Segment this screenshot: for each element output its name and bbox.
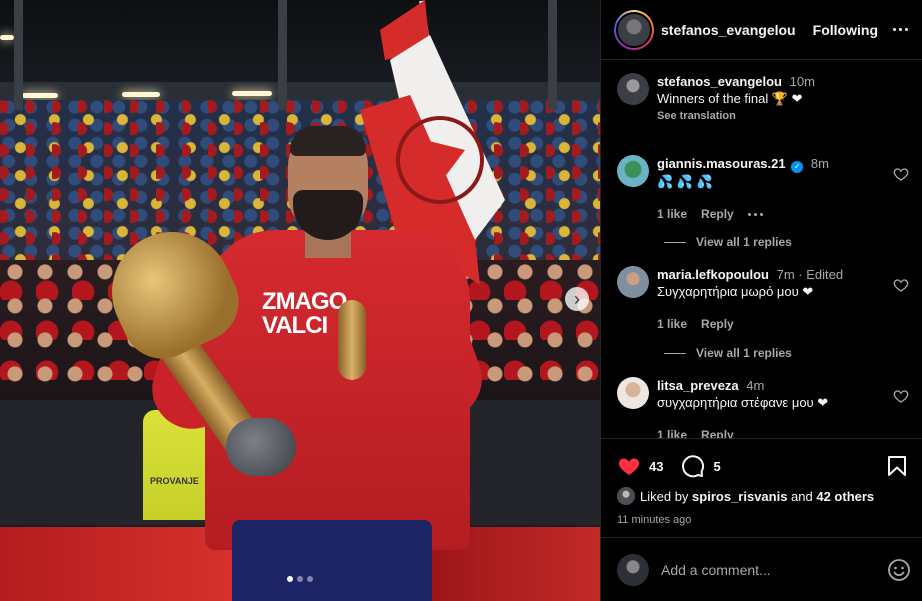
liker-avatar[interactable]	[617, 487, 635, 505]
caption-text: Winners of the final 🏆 ❤	[657, 91, 803, 106]
stadium-light	[0, 35, 14, 40]
liked-by: Liked by spiros_risvanis and 42 others	[601, 478, 922, 505]
player-hair	[290, 126, 366, 156]
post-actions: 43 5 Liked by spiros_risvanis and 42 oth…	[601, 438, 922, 526]
small-trophy	[338, 300, 366, 380]
stadium-light	[22, 93, 58, 98]
stadium-pillar	[548, 0, 557, 110]
comment-like-icon[interactable]	[893, 388, 909, 404]
view-replies-label: View all 1 replies	[696, 235, 792, 249]
current-user-avatar	[617, 553, 649, 586]
heart-filled-icon	[618, 458, 640, 475]
verified-badge-icon: ✓	[791, 161, 804, 173]
comment-time[interactable]: 7m	[777, 267, 795, 282]
post-caption: stefanos_evangelou 10m Winners of the fi…	[601, 61, 922, 122]
liked-by-prefix: Liked by	[640, 488, 693, 504]
comment-like-icon[interactable]	[893, 277, 909, 293]
reply-button[interactable]: Reply	[701, 317, 734, 331]
comment-time[interactable]: 8m	[811, 156, 829, 171]
bookmark-icon[interactable]	[887, 455, 907, 477]
post-image[interactable]: PROVANJE ZMAGO VALCI ›	[0, 0, 600, 601]
author-username[interactable]: stefanos_evangelou	[661, 22, 796, 38]
trophy-base	[226, 418, 296, 476]
caption-time[interactable]: 10m	[790, 74, 815, 89]
comment-avatar[interactable]	[617, 266, 649, 298]
steward-vest-text: PROVANJE	[150, 476, 199, 486]
author-avatar[interactable]	[614, 9, 654, 50]
carousel-dot	[297, 576, 303, 582]
comment-count: 5	[713, 458, 721, 474]
comment-button[interactable]: 5	[681, 454, 721, 478]
like-count: 43	[649, 458, 664, 474]
carousel-dot	[287, 576, 293, 582]
comment-username[interactable]: giannis.masouras.21	[657, 156, 786, 171]
add-comment-bar	[601, 537, 922, 601]
next-image-button[interactable]: ›	[565, 287, 589, 311]
view-replies-label: View all 1 replies	[696, 346, 792, 360]
like-button[interactable]: 43	[617, 454, 663, 478]
comment-input[interactable]	[661, 561, 887, 578]
player-shorts	[232, 520, 432, 601]
view-replies-button[interactable]: View all 1 replies	[664, 346, 792, 360]
comment-avatar[interactable]	[617, 377, 649, 409]
carousel-dot	[307, 576, 313, 582]
player-jersey	[205, 230, 470, 550]
post-header: stefanos_evangelou Following	[601, 0, 922, 60]
comment-item: giannis.masouras.21 ✓ 8m 💦 💦 💦 1 like Re…	[601, 155, 922, 221]
liked-by-others[interactable]: 42 others	[816, 489, 874, 504]
comment-item: litsa_preveza 4m συγχαρητήρια στέφανε μο…	[601, 377, 922, 438]
comment-likes[interactable]: 1 like	[657, 428, 687, 438]
reply-button[interactable]: Reply	[701, 207, 734, 221]
stadium-pillar	[278, 0, 287, 110]
comment-avatar[interactable]	[617, 155, 649, 187]
see-translation-link[interactable]: See translation	[657, 110, 909, 122]
edited-label: · Edited	[798, 267, 844, 282]
view-replies-button[interactable]: View all 1 replies	[664, 235, 792, 249]
carousel-indicator	[0, 576, 600, 582]
comment-likes[interactable]: 1 like	[657, 317, 687, 331]
caption-avatar[interactable]	[617, 73, 649, 105]
post-timestamp[interactable]: 11 minutes ago	[601, 505, 922, 526]
more-options-icon[interactable]	[890, 28, 910, 31]
caption-username[interactable]: stefanos_evangelou	[657, 74, 782, 89]
comment-time[interactable]: 4m	[746, 378, 764, 393]
comment-text: συγχαρητήρια στέφανε μου ❤	[657, 395, 829, 410]
stadium-light	[122, 92, 160, 97]
reply-button[interactable]: Reply	[701, 428, 734, 438]
comment-username[interactable]: litsa_preveza	[657, 378, 739, 393]
comment-text: Συγχαρητήρια μωρό μου ❤	[657, 284, 814, 299]
stadium-pillar	[14, 0, 23, 110]
comment-options-icon[interactable]	[747, 212, 763, 216]
comment-item: maria.lefkopoulou 7m · Edited Συγχαρητήρ…	[601, 266, 922, 331]
stadium-light	[232, 91, 272, 96]
comment-like-icon[interactable]	[893, 166, 909, 182]
emoji-icon[interactable]	[887, 558, 911, 582]
post-sidebar: stefanos_evangelou Following stefanos_ev…	[600, 0, 922, 601]
liked-by-user[interactable]: spiros_risvanis	[692, 489, 787, 504]
chevron-right-icon: ›	[574, 289, 580, 309]
comments-list[interactable]: stefanos_evangelou 10m Winners of the fi…	[601, 61, 922, 438]
following-button[interactable]: Following	[813, 22, 878, 38]
comment-text: 💦 💦 💦	[657, 174, 713, 189]
liked-by-middle: and	[787, 488, 817, 504]
comment-likes[interactable]: 1 like	[657, 207, 687, 221]
comment-username[interactable]: maria.lefkopoulou	[657, 267, 769, 282]
comment-icon	[682, 455, 705, 478]
